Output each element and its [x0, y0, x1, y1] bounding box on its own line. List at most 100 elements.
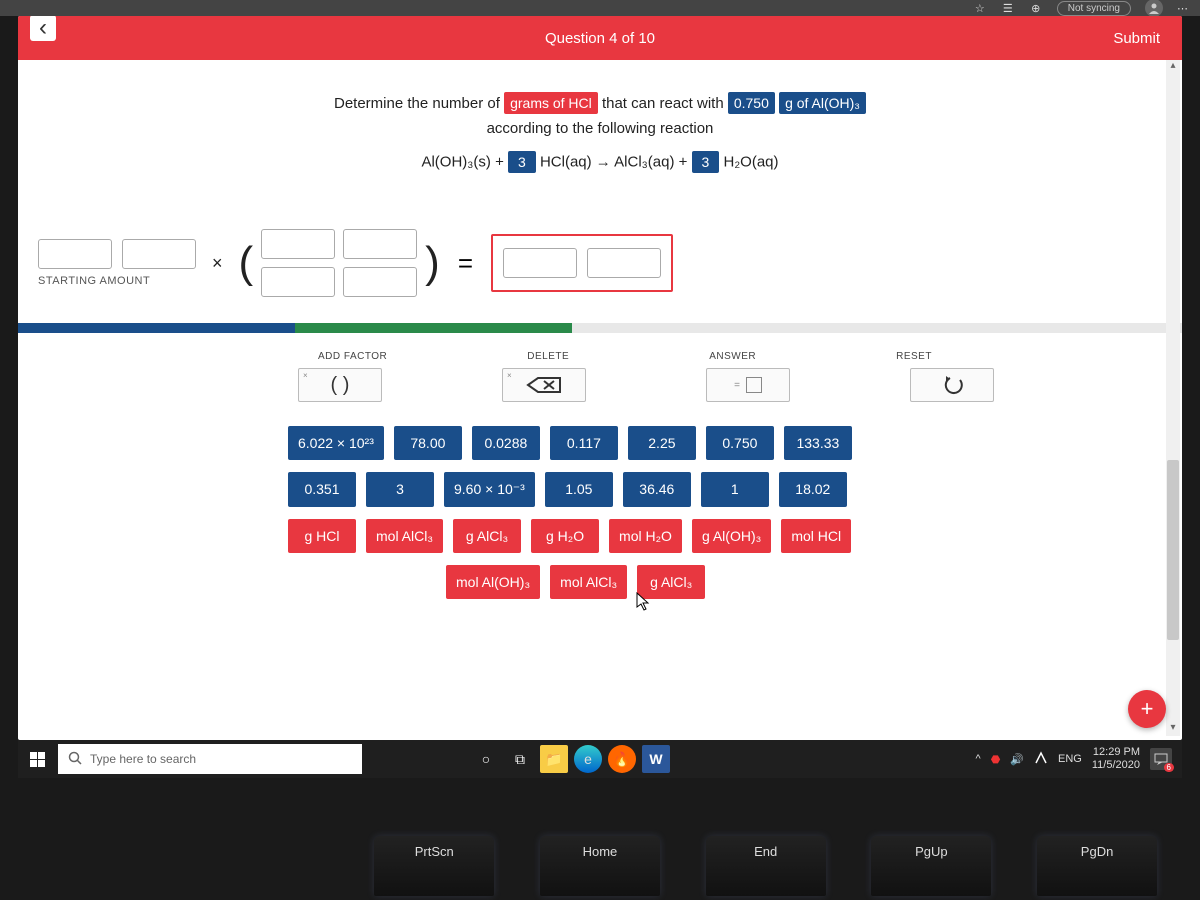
value-tile[interactable]: 0.750 [706, 426, 774, 460]
word-icon[interactable]: W [642, 745, 670, 773]
add-factor-button[interactable]: ×( ) [298, 368, 382, 402]
unit-tile[interactable]: mol AlCl₃ [366, 519, 443, 553]
unit-tile[interactable]: g Al(OH)₃ [692, 519, 771, 553]
answer-unit-slot[interactable] [587, 248, 661, 278]
value-tile[interactable]: 3 [366, 472, 434, 507]
edge-icon[interactable]: e [574, 745, 602, 773]
reset-button[interactable] [910, 368, 994, 402]
submit-button[interactable]: Submit [1113, 30, 1160, 47]
unit-tile[interactable]: mol HCl [781, 519, 851, 553]
value-tile[interactable]: 1.05 [545, 472, 613, 507]
value-tile[interactable]: 78.00 [394, 426, 462, 460]
unit-tile[interactable]: mol H₂O [609, 519, 682, 553]
q-text: according to the following reaction [18, 120, 1182, 137]
app-window: ‹ Question 4 of 10 Submit Determine the … [18, 16, 1182, 740]
value-tile[interactable]: 36.46 [623, 472, 691, 507]
tool-label: DELETE [527, 351, 569, 362]
favorite-icon[interactable]: ☆ [973, 1, 987, 15]
starting-value-slot[interactable] [38, 239, 112, 269]
file-explorer-icon[interactable]: 📁 [540, 745, 568, 773]
question-prompt: Determine the number of grams of HCl tha… [18, 60, 1182, 193]
value-tile[interactable]: 2.25 [628, 426, 696, 460]
cortana-icon[interactable]: ○ [472, 745, 500, 773]
scroll-thumb[interactable] [1167, 460, 1179, 640]
system-tray: ^ ⬣ 🔊 ENG 12:29 PM 11/5/2020 6 [976, 746, 1182, 772]
language-indicator[interactable]: ENG [1058, 753, 1082, 765]
profile-avatar[interactable] [1145, 0, 1163, 17]
tool-label: ANSWER [709, 351, 756, 362]
tool-label: ADD FACTOR [318, 351, 387, 362]
numerator-unit-slot[interactable] [343, 229, 417, 259]
question-header: ‹ Question 4 of 10 Submit [18, 16, 1182, 60]
tray-expand-icon[interactable]: ^ [976, 753, 981, 765]
delete-button[interactable]: × [502, 368, 586, 402]
answer-button[interactable]: = [706, 368, 790, 402]
unit-tile[interactable]: g HCl [288, 519, 356, 553]
volume-icon[interactable]: 🔊 [1010, 753, 1024, 766]
unit-tile[interactable]: mol AlCl₃ [550, 565, 627, 599]
denominator-value-slot[interactable] [261, 267, 335, 297]
clock[interactable]: 12:29 PM 11/5/2020 [1092, 746, 1140, 772]
conversion-factor: ( ) [239, 223, 440, 303]
firefox-icon[interactable]: 🔥 [608, 745, 636, 773]
value-tile[interactable]: 0.117 [550, 426, 618, 460]
key-home: Home [540, 836, 660, 896]
tool-labels: ADD FACTOR DELETE ANSWER RESET [18, 333, 1182, 362]
tool-label: RESET [896, 351, 932, 362]
tool-buttons: ×( ) × = [18, 362, 1182, 402]
search-placeholder: Type here to search [90, 752, 196, 766]
key-pgdn: PgDn [1037, 836, 1157, 896]
sync-status[interactable]: Not syncing [1057, 1, 1131, 16]
taskbar-apps: ○ ⧉ 📁 e 🔥 W [472, 745, 670, 773]
value-tile[interactable]: 9.60 × 10⁻³ [444, 472, 535, 507]
task-view-icon[interactable]: ⧉ [506, 745, 534, 773]
q-chip-amount: 0.750 [728, 92, 775, 114]
multiply-symbol: × [208, 253, 227, 274]
taskbar-search[interactable]: Type here to search [58, 744, 362, 774]
windows-logo-icon [30, 752, 45, 767]
equation: Al(OH)₃(s) + 3 HCl(aq) → AlCl₃(aq) + 3 H… [18, 151, 1182, 173]
numerator-value-slot[interactable] [261, 229, 335, 259]
denominator-unit-slot[interactable] [343, 267, 417, 297]
mcafee-icon[interactable]: ⬣ [991, 753, 1001, 766]
answer-box [491, 234, 673, 292]
value-tile[interactable]: 1 [701, 472, 769, 507]
more-icon[interactable]: ⋯ [1177, 2, 1190, 15]
back-button[interactable]: ‹ [30, 16, 56, 41]
paren-right: ) [425, 238, 440, 288]
starting-unit-slot[interactable] [122, 239, 196, 269]
notifications-icon[interactable]: 6 [1150, 748, 1172, 770]
input-icon[interactable] [1034, 751, 1048, 768]
unit-tile[interactable]: g H₂O [531, 519, 599, 553]
coeff: 3 [692, 151, 720, 173]
paren-left: ( [239, 238, 254, 288]
divider-bar [18, 323, 1182, 333]
start-button[interactable] [18, 740, 56, 778]
value-tile[interactable]: 0.351 [288, 472, 356, 507]
q-chip-substance: g of Al(OH)₃ [779, 92, 866, 114]
value-tile[interactable]: 0.0288 [472, 426, 540, 460]
value-tile[interactable]: 133.33 [784, 426, 852, 460]
scroll-down-arrow[interactable]: ▾ [1166, 722, 1180, 736]
value-tile[interactable]: 18.02 [779, 472, 847, 507]
add-fab-button[interactable]: + [1128, 690, 1166, 728]
unit-tile[interactable]: g AlCl₃ [453, 519, 521, 553]
vertical-scrollbar[interactable]: ▴ ▾ [1166, 60, 1180, 736]
key-end: End [706, 836, 826, 896]
physical-keyboard: PrtScn Home End PgUp PgDn [0, 800, 1200, 900]
value-tile[interactable]: 6.022 × 10²³ [288, 426, 384, 460]
question-counter: Question 4 of 10 [545, 30, 655, 47]
unit-tile[interactable]: g AlCl₃ [637, 565, 705, 599]
answer-tiles: 6.022 × 10²³ 78.00 0.0288 0.117 2.25 0.7… [18, 402, 1182, 599]
key-prtscn: PrtScn [374, 836, 494, 896]
unit-tile[interactable]: mol Al(OH)₃ [446, 565, 540, 599]
reading-list-icon[interactable]: ☰ [1001, 1, 1015, 15]
scroll-up-arrow[interactable]: ▴ [1166, 60, 1180, 74]
q-chip-target: grams of HCl [504, 92, 598, 114]
coeff: 3 [508, 151, 536, 173]
windows-taskbar: Type here to search ○ ⧉ 📁 e 🔥 W ^ ⬣ 🔊 EN… [18, 740, 1182, 778]
collections-icon[interactable]: ⊕ [1029, 1, 1043, 15]
browser-toolbar: ☆ ☰ ⊕ Not syncing ⋯ [0, 0, 1200, 16]
q-text: Determine the number of [334, 95, 500, 112]
answer-value-slot[interactable] [503, 248, 577, 278]
